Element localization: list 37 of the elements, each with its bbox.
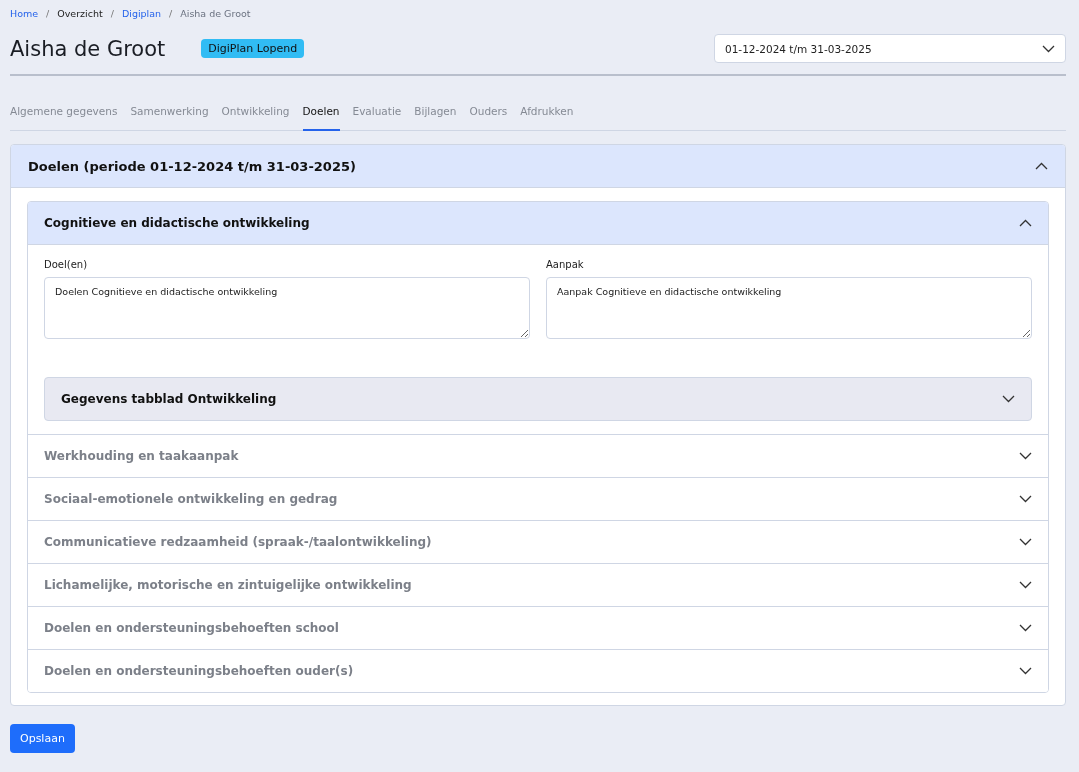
accordion-header[interactable]: Doelen en ondersteuningsbehoeften ouder(s) xyxy=(28,649,1048,692)
chevron-down-icon xyxy=(1019,624,1032,632)
tab[interactable]: Afdrukken xyxy=(520,105,574,131)
chevron-down-icon xyxy=(1019,667,1032,675)
field-label: Aanpak xyxy=(546,259,585,270)
tab[interactable]: Algemene gegevens xyxy=(10,105,118,131)
tab[interactable]: Samenwerking xyxy=(130,105,209,131)
text-area[interactable]: Aanpak Cognitieve en didactische ontwikkeling xyxy=(546,277,1032,339)
chevron-down-icon xyxy=(1019,495,1032,503)
breadcrumb-text: Aisha de Groot xyxy=(180,7,251,19)
breadcrumb-link[interactable]: Home xyxy=(10,7,39,19)
tab[interactable]: Evaluatie xyxy=(352,105,402,131)
field-label: Doel(en) xyxy=(44,259,89,270)
tab[interactable]: Bijlagen xyxy=(414,105,457,131)
period-select[interactable]: 01-12-2024 t/m 31-03-2025 xyxy=(714,34,1066,63)
tab[interactable]: Doelen xyxy=(302,105,340,131)
chevron-down-icon xyxy=(1042,44,1055,53)
chevron-down-icon xyxy=(1002,395,1015,403)
tab[interactable]: Ouders xyxy=(469,105,508,131)
chevron-down-icon xyxy=(1019,581,1032,589)
nested-accordion-header[interactable]: Gegevens tabblad Ontwikkeling xyxy=(44,377,1032,421)
save-button[interactable]: Opslaan xyxy=(10,724,75,753)
chevron-up-icon xyxy=(1019,219,1032,227)
chevron-down-icon xyxy=(1019,538,1032,546)
status-badge: DigiPlan Lopend xyxy=(201,39,305,58)
panel-header[interactable]: Doelen (periode 01-12-2024 t/m 31-03-2025) xyxy=(11,145,1065,188)
breadcrumb-separator: / xyxy=(169,7,173,19)
tab[interactable]: Ontwikkeling xyxy=(221,105,290,131)
breadcrumb-separator: / xyxy=(110,7,114,19)
accordion-header[interactable]: Cognitieve en didactische ontwikkeling xyxy=(28,202,1048,245)
chevron-up-icon xyxy=(1035,162,1048,170)
page-title: Aisha de Groot xyxy=(10,36,166,61)
chevron-down-icon xyxy=(1019,452,1032,460)
breadcrumb-link[interactable]: Digiplan xyxy=(121,7,162,19)
breadcrumb-text: Overzicht xyxy=(57,7,103,19)
breadcrumb-separator: / xyxy=(46,7,50,19)
text-area[interactable]: Doelen Cognitieve en didactische ontwikkeling xyxy=(44,277,530,339)
